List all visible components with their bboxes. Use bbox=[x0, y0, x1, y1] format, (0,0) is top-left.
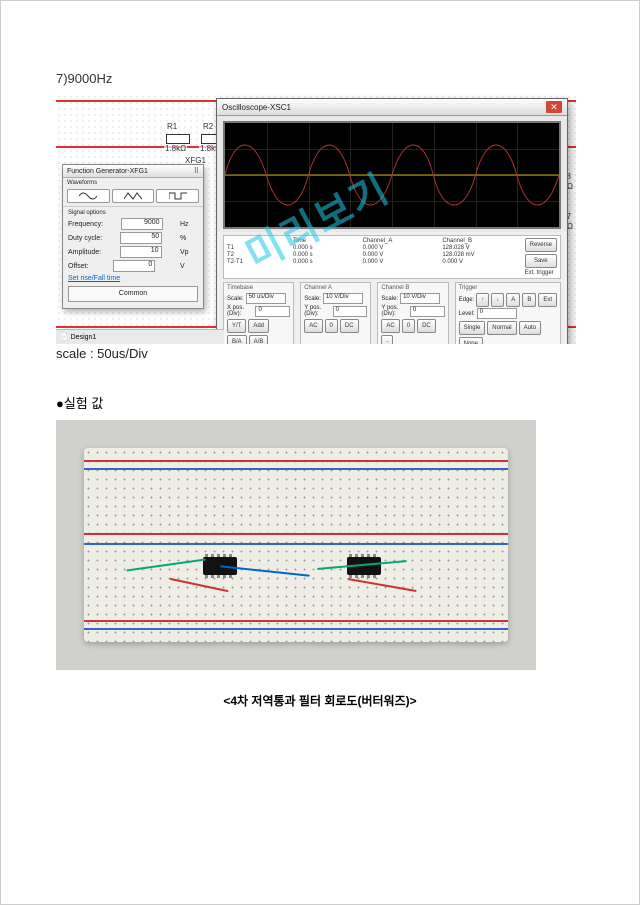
wave-sine-button[interactable] bbox=[67, 189, 110, 203]
edge-rise-button[interactable]: ↑ bbox=[476, 293, 489, 307]
trigger-level-input[interactable]: 0 bbox=[477, 308, 517, 319]
add-button[interactable]: Add bbox=[248, 319, 269, 333]
close-icon[interactable]: ✕ bbox=[546, 101, 562, 113]
amp-input[interactable]: 10 bbox=[120, 246, 162, 258]
chb-ac-button[interactable]: AC bbox=[381, 319, 399, 333]
amp-label: Amplitude: bbox=[68, 249, 101, 256]
section-heading: 7)9000Hz bbox=[56, 71, 584, 86]
common-button[interactable]: Common bbox=[68, 286, 198, 302]
pin-icon[interactable]: ⠿ bbox=[194, 167, 199, 175]
edge-ext-button[interactable]: Ext bbox=[538, 293, 557, 307]
cha-ypos-input[interactable]: 0 bbox=[333, 306, 368, 317]
trigger-panel: Trigger Edge: ↑ ↓ A B Ext Level:0 Single… bbox=[455, 282, 561, 344]
jumper-wire bbox=[347, 578, 416, 592]
channel-b-panel: Channel B Scale:10 V/Div Y pos.(Div):0 A… bbox=[377, 282, 448, 344]
chb-ypos-input[interactable]: 0 bbox=[410, 306, 445, 317]
edge-b-button[interactable]: B bbox=[522, 293, 536, 307]
offset-unit: V bbox=[180, 263, 198, 270]
ba-button[interactable]: B/A bbox=[227, 335, 247, 344]
chb-scale-input[interactable]: 10 V/Div bbox=[400, 293, 440, 304]
breadboard-photo bbox=[56, 420, 536, 670]
waveform bbox=[225, 123, 559, 227]
jumper-wire bbox=[169, 578, 228, 592]
cha-dc-button[interactable]: DC bbox=[340, 319, 359, 333]
timebase-xpos-input[interactable]: 0 bbox=[255, 306, 290, 317]
wave-square-button[interactable] bbox=[156, 189, 199, 203]
cha-ac-button[interactable]: AC bbox=[304, 319, 322, 333]
scope-screen bbox=[223, 121, 561, 229]
figure-caption: <4차 저역통과 필터 회로도(버터워즈)> bbox=[56, 692, 584, 709]
duty-unit: % bbox=[180, 235, 198, 242]
scope-titlebar[interactable]: Oscilloscope-XSC1 ✕ bbox=[217, 99, 567, 116]
rise-fall-link[interactable]: Set rise/Fall time bbox=[68, 275, 198, 282]
trig-normal-button[interactable]: Normal bbox=[487, 321, 516, 335]
duty-input[interactable]: 50 bbox=[120, 232, 162, 244]
tab-design1[interactable]: 📄 Design1 bbox=[60, 333, 96, 341]
chb-inv-button[interactable]: - bbox=[381, 335, 393, 344]
scope-readout: T1 T2 T2-T1 Time 0.000 s 0.000 s 0.000 s… bbox=[223, 235, 561, 279]
function-generator-window[interactable]: Function Generator-XFG1 ⠿ Waveforms Sign… bbox=[62, 164, 204, 309]
fgen-titlebar[interactable]: Function Generator-XFG1 ⠿ bbox=[63, 165, 203, 178]
edge-fall-button[interactable]: ↓ bbox=[491, 293, 504, 307]
trig-none-button[interactable]: None bbox=[459, 337, 483, 344]
chb-dc-button[interactable]: DC bbox=[417, 319, 436, 333]
freq-label: Frequency: bbox=[68, 221, 103, 228]
ext-trigger-label: Ext. trigger bbox=[525, 270, 557, 276]
offset-input[interactable]: 0 bbox=[113, 260, 155, 272]
freq-unit: Hz bbox=[180, 221, 198, 228]
chb-zero-button[interactable]: 0 bbox=[402, 319, 415, 333]
simulation-screenshot: R1 1.8kΩ R2 1.8kΩ XFG1 R8 2.2kΩ R7 1.8kΩ… bbox=[56, 94, 576, 344]
resistor-label: R2 bbox=[202, 122, 214, 131]
fgen-waveforms-label: Waveforms bbox=[63, 178, 203, 186]
timebase-scale-input[interactable]: 50 us/Div bbox=[246, 293, 286, 304]
reverse-button[interactable]: Reverse bbox=[525, 238, 557, 252]
fgen-signal-label: Signal options bbox=[68, 210, 198, 216]
design-tab-bar[interactable]: 📄 Design1 bbox=[56, 329, 224, 344]
channel-a-panel: Channel A Scale:10 V/Div Y pos.(Div):0 A… bbox=[300, 282, 371, 344]
experiment-heading: ●실험 값 bbox=[56, 396, 103, 411]
resistor-label: R1 bbox=[166, 122, 178, 131]
timebase-panel: Timebase Scale:50 us/Div X pos.(Div):0 Y… bbox=[223, 282, 294, 344]
fgen-title-text: Function Generator-XFG1 bbox=[67, 168, 148, 175]
duty-label: Duty cycle: bbox=[68, 235, 102, 242]
breadboard bbox=[84, 448, 508, 642]
cha-zero-button[interactable]: 0 bbox=[325, 319, 338, 333]
wave-triangle-button[interactable] bbox=[112, 189, 155, 203]
save-button[interactable]: Save bbox=[525, 254, 557, 268]
jumper-wire bbox=[127, 559, 206, 572]
cha-scale-input[interactable]: 10 V/Div bbox=[323, 293, 363, 304]
amp-unit: Vp bbox=[180, 249, 198, 256]
ab-button[interactable]: A/B bbox=[249, 335, 269, 344]
resistor-value: 1.8kΩ bbox=[164, 144, 187, 153]
trig-single-button[interactable]: Single bbox=[459, 321, 486, 335]
resistor-r1 bbox=[166, 134, 190, 144]
yt-button[interactable]: Y/T bbox=[227, 319, 246, 333]
oscilloscope-window[interactable]: Oscilloscope-XSC1 ✕ T1 bbox=[216, 98, 568, 344]
freq-input[interactable]: 9000 bbox=[121, 218, 163, 230]
edge-a-button[interactable]: A bbox=[506, 293, 520, 307]
scope-title-text: Oscilloscope-XSC1 bbox=[222, 103, 291, 112]
trig-auto-button[interactable]: Auto bbox=[519, 321, 541, 335]
offset-label: Offset: bbox=[68, 263, 89, 270]
scale-note: scale : 50us/Div bbox=[56, 346, 584, 361]
